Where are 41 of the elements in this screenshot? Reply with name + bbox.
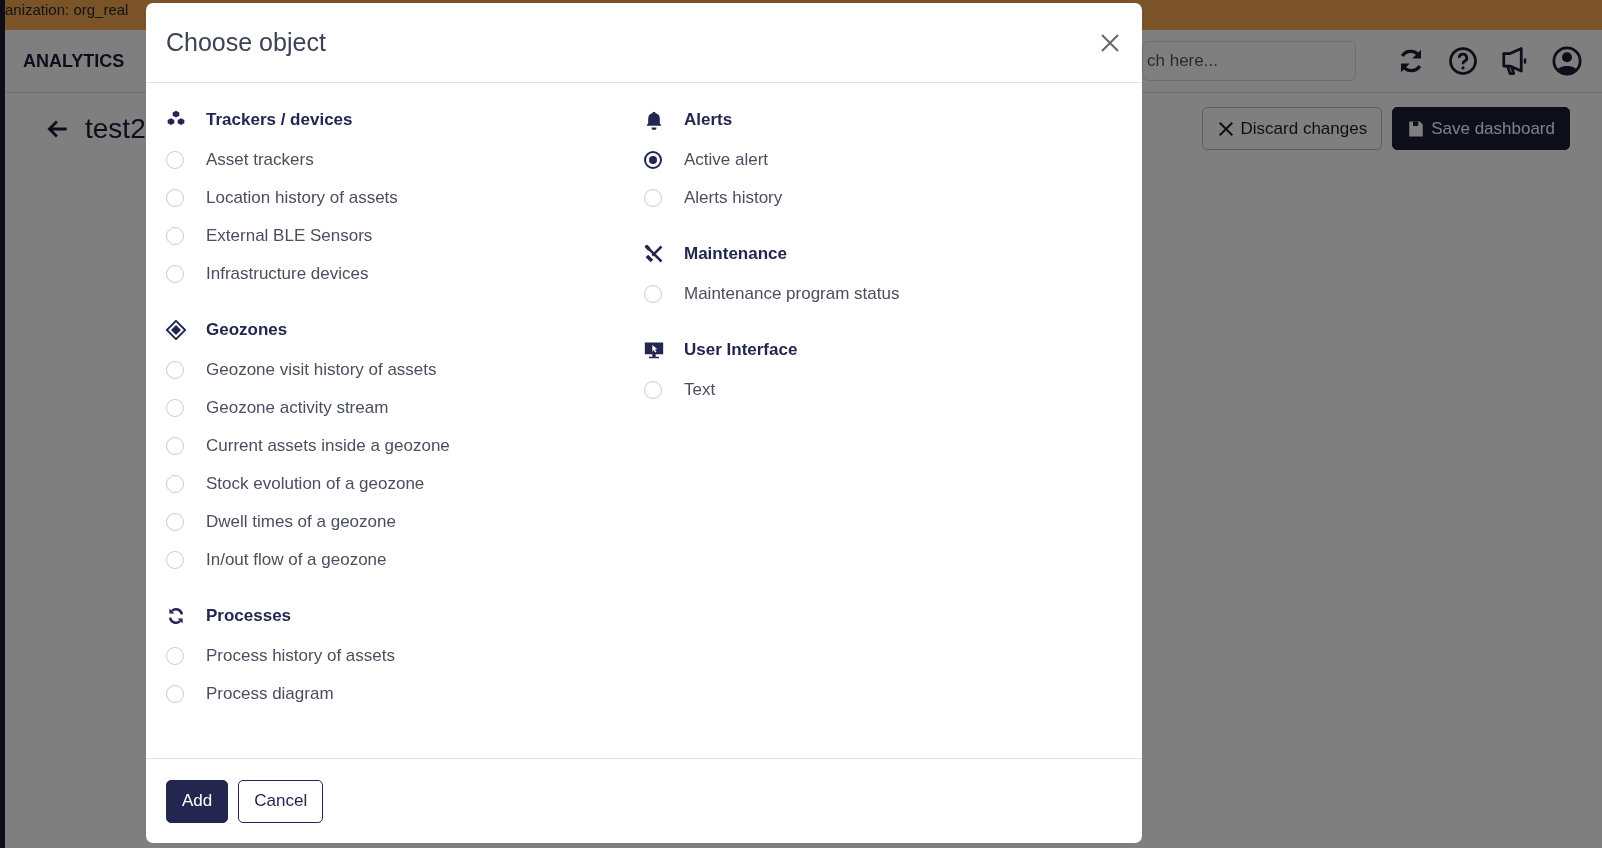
search-field[interactable]: ch here... [1142, 41, 1356, 81]
radio-option[interactable]: Geozone visit history of assets [166, 351, 437, 389]
radio-option[interactable]: Stock evolution of a geozone [166, 465, 425, 503]
section-heading: User Interface [684, 340, 798, 360]
add-button[interactable]: Add [166, 779, 229, 823]
diamond-icon [166, 320, 186, 340]
bell-icon [644, 110, 664, 130]
radio-option[interactable]: In/out flow of a geozone [166, 541, 387, 579]
radio-option[interactable]: External BLE Sensors [166, 217, 373, 255]
section-heading: Alerts [684, 110, 733, 130]
radio-option[interactable]: Infrastructure devices [166, 255, 369, 293]
radio-option[interactable]: Dwell times of a geozone [166, 503, 396, 541]
section-heading: Geozones [206, 320, 288, 340]
radio-option[interactable]: Location history of assets [166, 179, 398, 217]
radio-option[interactable]: Text [644, 371, 716, 409]
discard-button[interactable]: Discard changes [1201, 107, 1383, 150]
dialog-title: Choose object [166, 28, 326, 57]
radio-option[interactable]: Alerts history [644, 179, 783, 217]
close-icon [1216, 119, 1235, 138]
cancel-button[interactable]: Cancel [238, 779, 324, 823]
user-avatar-icon[interactable] [1552, 46, 1582, 76]
radio-option[interactable]: Active alert [644, 141, 769, 179]
close-icon[interactable] [1100, 32, 1120, 53]
radio-option[interactable]: Current assets inside a geozone [166, 427, 450, 465]
section-heading: Maintenance [684, 244, 787, 264]
app-title: ANALYTICS [23, 50, 125, 72]
save-button[interactable]: Save dashboard [1392, 107, 1570, 150]
radio-option[interactable]: Process history of assets [166, 637, 395, 675]
dashboard-title: test2 [85, 112, 146, 145]
radio-option[interactable]: Maintenance program status [644, 275, 900, 313]
radio-button[interactable] [644, 151, 662, 169]
monitor-pointer-icon [644, 340, 664, 360]
organization-label: anization: org_real [5, 1, 130, 19]
section-heading: Trackers / devices [206, 110, 353, 130]
tools-icon [644, 244, 664, 264]
radio-option[interactable]: Process diagram [166, 675, 334, 713]
section-heading: Processes [206, 606, 292, 626]
radio-option[interactable]: Geozone activity stream [166, 389, 389, 427]
help-icon[interactable] [1448, 46, 1478, 76]
cycle-arrows-icon [166, 606, 186, 626]
radio-option[interactable]: Asset trackers [166, 141, 314, 179]
